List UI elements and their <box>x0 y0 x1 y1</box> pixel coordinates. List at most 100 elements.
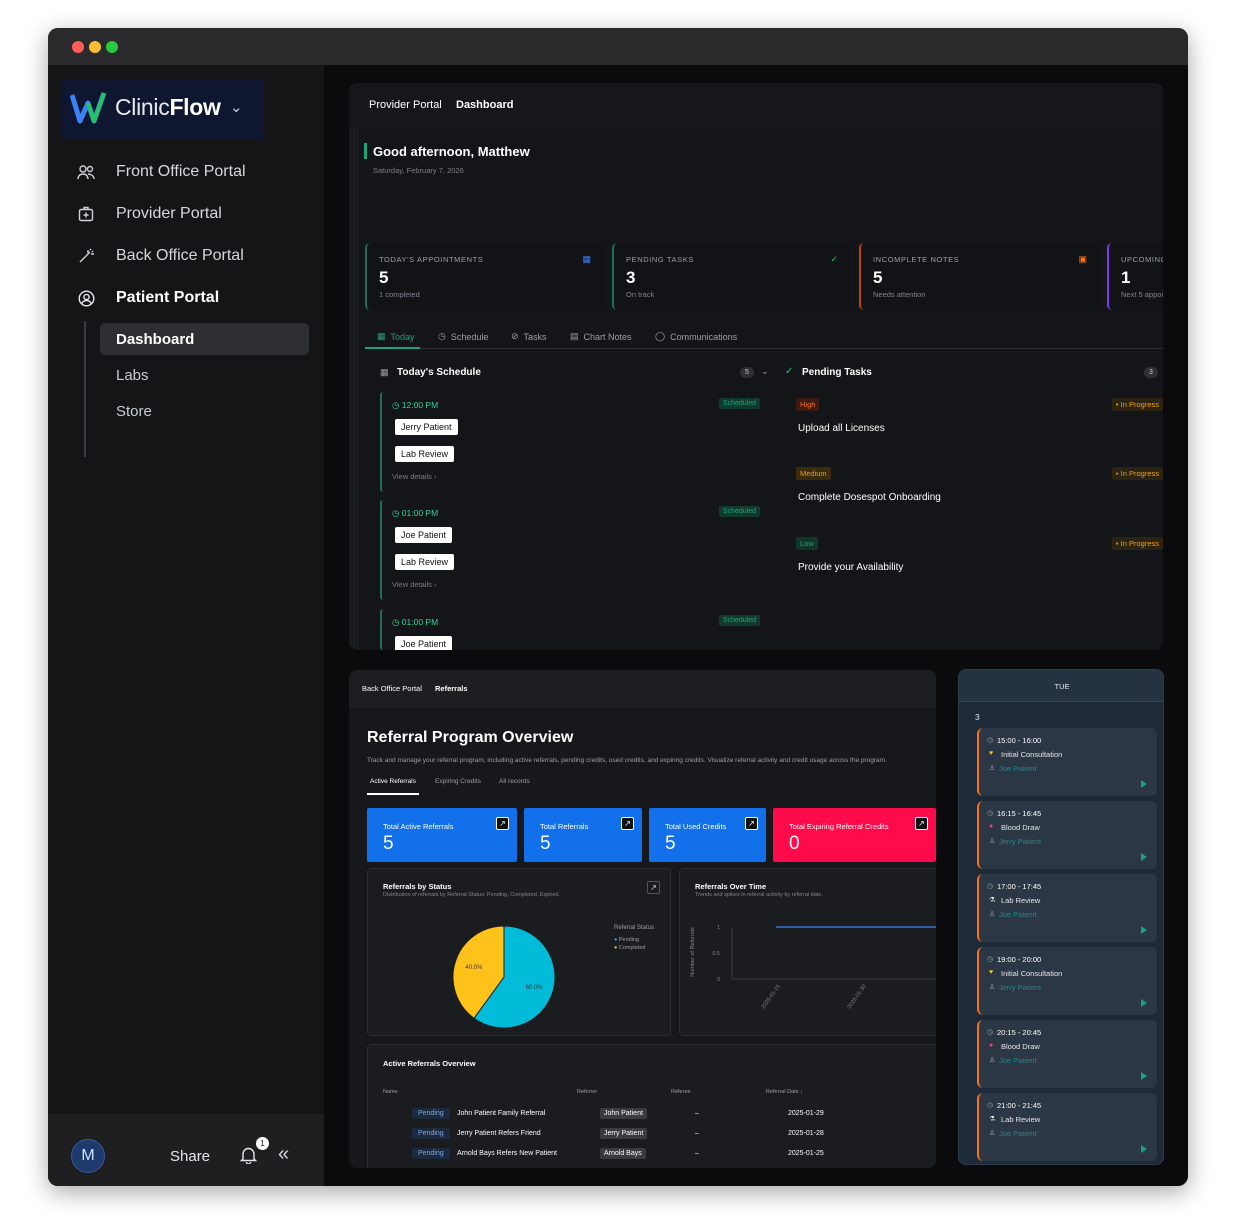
minimize-window-dot[interactable] <box>89 41 101 53</box>
event-patient[interactable]: Jerry Patient <box>999 837 1041 846</box>
clock-icon: ◷ <box>987 883 994 890</box>
tab-chart-notes[interactable]: ▤ Chart Notes <box>570 331 632 342</box>
event-patient[interactable]: Joe Patient <box>999 1056 1037 1065</box>
col-referral-date[interactable]: Referral Date ↓ <box>766 1089 803 1095</box>
nav-label: Back Office Portal <box>116 247 244 264</box>
breadcrumb-dashboard: Dashboard <box>456 99 514 111</box>
collapse-sidebar-icon[interactable]: « <box>278 1143 289 1166</box>
tab-all-records[interactable]: All records <box>499 778 530 785</box>
task-status-badge: • In Progress <box>1111 398 1163 411</box>
referrer-chip[interactable]: John Patient <box>600 1108 647 1119</box>
clock-icon: ◷ <box>987 1029 994 1036</box>
patient-chip[interactable]: Jerry Patient <box>395 419 458 435</box>
calendar-event[interactable]: ◷ 15:00 - 16:00 ♥ Initial Consultation ♙… <box>977 728 1157 796</box>
priority-badge: Low <box>796 537 818 550</box>
referral-name: John Patient Family Referral <box>457 1110 546 1117</box>
patient-chip[interactable]: Joe Patient <box>395 636 453 650</box>
sub-item-store[interactable]: Store <box>100 395 309 427</box>
external-link-icon[interactable]: ↗ <box>915 817 928 830</box>
referrer-chip[interactable]: Jerry Patient <box>600 1128 648 1139</box>
stat-card-upcoming[interactable]: UPCOMING 1 Next 5 appoi <box>1107 243 1163 310</box>
tab-communications[interactable]: ◯ Communications <box>655 331 737 342</box>
brand-switcher[interactable]: ClinicFlow ⌄ <box>62 79 264 139</box>
title-bar <box>48 28 1188 65</box>
external-link-icon[interactable]: ↗ <box>621 817 634 830</box>
stat-label: UPCOMING <box>1121 255 1163 264</box>
tab-active-referrals[interactable]: Active Referrals <box>370 778 416 785</box>
event-patient[interactable]: Joe Patient <box>999 764 1037 773</box>
referrals-title: Referral Program Overview <box>367 729 574 746</box>
tab-today[interactable]: ▦ Today <box>377 331 415 342</box>
user-icon: ♙ <box>989 984 996 991</box>
calendar-event[interactable]: ◷ 16:15 - 16:45 ● Blood Draw ♙ Jerry Pat… <box>977 801 1157 869</box>
nav-provider-portal[interactable]: Provider Portal <box>76 202 296 226</box>
col-name[interactable]: Name <box>383 1089 398 1095</box>
y-tick-label: 0 <box>717 977 720 983</box>
calendar-event[interactable]: ◷ 19:00 - 20:00 ♥ Initial Consultation ♙… <box>977 947 1157 1015</box>
chevron-down-icon[interactable]: ⌄ <box>761 366 769 377</box>
maximize-window-dot[interactable] <box>106 41 118 53</box>
view-details-link[interactable]: View details › <box>392 472 436 481</box>
stat-total-expiring-credits[interactable]: Total Expiring Referral Credits 0 ↗ <box>773 808 936 862</box>
col-referrer[interactable]: Referrer <box>577 1089 597 1095</box>
pie-slice-label: 40.0% <box>465 965 483 971</box>
share-button[interactable]: Share <box>170 1148 210 1165</box>
event-time: 21:00 - 21:45 <box>997 1101 1042 1110</box>
task-title[interactable]: Upload all Licenses <box>798 423 885 434</box>
external-link-icon[interactable]: ↗ <box>496 817 509 830</box>
nav-patient-portal[interactable]: Patient Portal <box>76 286 296 310</box>
col-referee[interactable]: Referee <box>671 1089 691 1095</box>
tab-expiring-credits[interactable]: Expiring Credits <box>435 778 481 785</box>
play-icon[interactable] <box>1141 1072 1147 1080</box>
stat-card-incomplete-notes[interactable]: INCOMPLETE NOTES ▣ 5 Needs attention <box>859 243 1099 310</box>
stat-card-pending-tasks[interactable]: PENDING TASKS ✓ 3 On track <box>612 243 850 310</box>
avatar[interactable]: M <box>71 1139 105 1173</box>
event-type: Initial Consultation <box>1001 750 1063 759</box>
user-icon: ♙ <box>989 911 996 918</box>
breadcrumb-provider-portal[interactable]: Provider Portal <box>369 99 442 111</box>
appointment-card[interactable]: ◷ 01:00 PM Scheduled Joe Patient <box>380 609 760 650</box>
external-link-icon[interactable]: ↗ <box>745 817 758 830</box>
close-window-dot[interactable] <box>72 41 84 53</box>
table-row[interactable]: Pending John Patient Family Referral Joh… <box>368 1104 936 1124</box>
tasks-title: Pending Tasks <box>802 367 872 378</box>
user-icon: ♙ <box>989 1057 996 1064</box>
bell-icon[interactable] <box>240 1146 257 1164</box>
referral-date: 2025-01-28 <box>788 1130 824 1137</box>
appointment-card[interactable]: ◷ 01:00 PM Scheduled Joe Patient Lab Rev… <box>380 500 760 600</box>
expand-icon[interactable]: ↗ <box>647 881 660 894</box>
appointment-card[interactable]: ◷ 12:00 PM Scheduled Jerry Patient Lab R… <box>380 392 760 492</box>
nav-label: Front Office Portal <box>116 163 246 180</box>
sub-item-labs[interactable]: Labs <box>100 359 309 391</box>
play-icon[interactable] <box>1141 780 1147 788</box>
play-icon[interactable] <box>1141 853 1147 861</box>
stat-total-referrals[interactable]: Total Referrals 5 ↗ <box>524 808 642 862</box>
tab-schedule[interactable]: ◷ Schedule <box>438 331 488 342</box>
stat-total-active-referrals[interactable]: Total Active Referrals 5 ↗ <box>367 808 517 862</box>
referrer-chip[interactable]: Arnold Bays <box>600 1148 646 1159</box>
clipboard-icon: ▣ <box>1078 254 1087 264</box>
play-icon[interactable] <box>1141 926 1147 934</box>
tab-tasks[interactable]: ⊘ Tasks <box>511 331 547 342</box>
event-patient[interactable]: Joe Patient <box>999 910 1037 919</box>
nav-back-office-portal[interactable]: Back Office Portal <box>76 244 296 268</box>
calendar-event[interactable]: ◷ 21:00 - 21:45 ⚗ Lab Review ♙ Joe Patie… <box>977 1093 1157 1161</box>
stat-total-used-credits[interactable]: Total Used Credits 5 ↗ <box>649 808 766 862</box>
patient-chip[interactable]: Joe Patient <box>395 527 453 543</box>
task-title[interactable]: Complete Dosespot Onboarding <box>798 492 941 503</box>
play-icon[interactable] <box>1141 1145 1147 1153</box>
play-icon[interactable] <box>1141 999 1147 1007</box>
table-row[interactable]: Pending Jerry Patient Refers Friend Jerr… <box>368 1124 936 1144</box>
sub-item-dashboard[interactable]: Dashboard <box>100 323 309 355</box>
referrals-description: Track and manage your referral program, … <box>367 757 887 764</box>
event-patient[interactable]: Joe Patient <box>999 1129 1037 1138</box>
calendar-event[interactable]: ◷ 17:00 - 17:45 ⚗ Lab Review ♙ Joe Patie… <box>977 874 1157 942</box>
breadcrumb-back-office[interactable]: Back Office Portal <box>362 684 422 693</box>
stat-card-appointments[interactable]: TODAY'S APPOINTMENTS ▦ 5 1 completed <box>365 243 603 310</box>
table-row[interactable]: Pending Arnold Bays Refers New Patient A… <box>368 1144 936 1164</box>
view-details-link[interactable]: View details › <box>392 580 436 589</box>
task-title[interactable]: Provide your Availability <box>798 562 903 573</box>
event-patient[interactable]: Jerry Patient <box>999 983 1041 992</box>
nav-front-office-portal[interactable]: Front Office Portal <box>76 160 296 184</box>
calendar-event[interactable]: ◷ 20:15 - 20:45 ● Blood Draw ♙ Joe Patie… <box>977 1020 1157 1088</box>
